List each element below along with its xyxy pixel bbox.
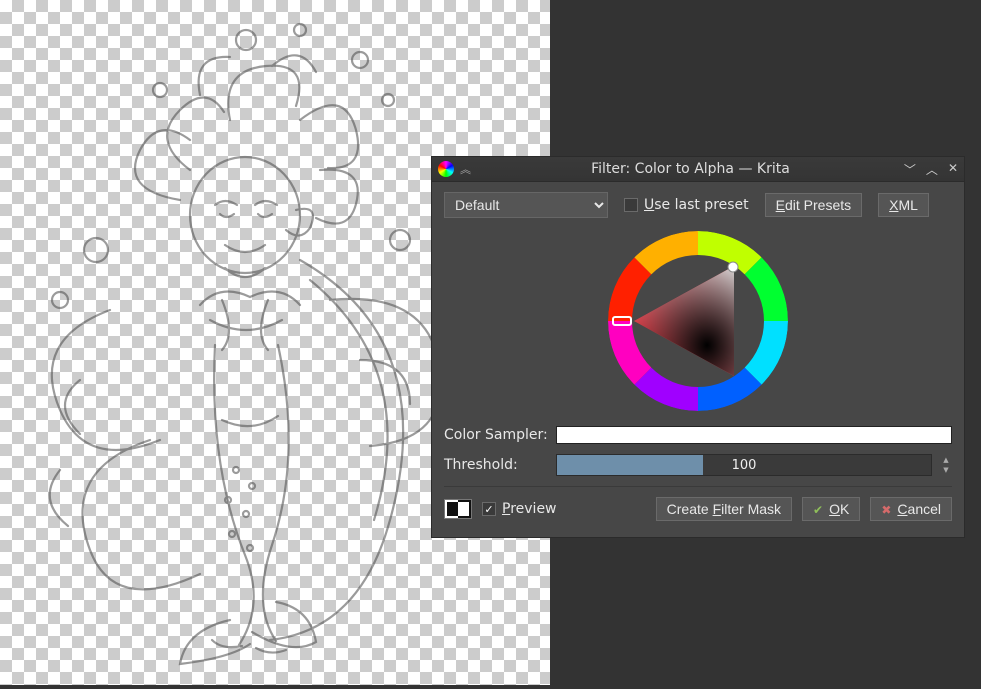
sv-cursor[interactable]	[728, 262, 738, 272]
checkbox-icon	[624, 198, 638, 212]
fg-bg-swatch-icon[interactable]	[444, 499, 472, 519]
dialog-titlebar[interactable]: ︽ Filter: Color to Alpha — Krita ﹀ ︿ ✕	[432, 157, 964, 182]
filter-dialog: ︽ Filter: Color to Alpha — Krita ﹀ ︿ ✕ D…	[431, 156, 965, 538]
krita-app-icon	[438, 161, 454, 177]
cancel-button[interactable]: Cancel	[870, 497, 952, 521]
threshold-spinner[interactable]: ▲▼	[940, 454, 952, 476]
threshold-label: Threshold:	[444, 457, 548, 473]
dialog-title: Filter: Color to Alpha — Krita	[477, 161, 904, 177]
threshold-slider[interactable]: 100	[556, 454, 932, 476]
edit-presets-button[interactable]: Edit Presets	[765, 193, 862, 217]
threshold-value: 100	[557, 458, 931, 473]
preset-select[interactable]: Default	[444, 192, 608, 218]
maximize-icon[interactable]: ︿	[926, 161, 938, 178]
color-wheel[interactable]	[607, 230, 789, 412]
shade-icon[interactable]: ︽	[460, 161, 471, 177]
create-filter-mask-button[interactable]: Create Filter Mask	[656, 497, 792, 521]
color-sampler-swatch[interactable]	[556, 426, 952, 444]
minimize-icon[interactable]: ﹀	[904, 161, 916, 178]
color-sampler-label: Color Sampler:	[444, 427, 548, 443]
checkbox-icon: ✓	[482, 502, 496, 516]
ok-button[interactable]: OK	[802, 497, 860, 521]
use-last-preset-checkbox[interactable]: Use last preset	[624, 197, 749, 213]
preview-checkbox[interactable]: ✓ Preview	[482, 501, 557, 517]
xml-button[interactable]: XML	[878, 193, 929, 217]
close-icon[interactable]: ✕	[948, 161, 958, 178]
